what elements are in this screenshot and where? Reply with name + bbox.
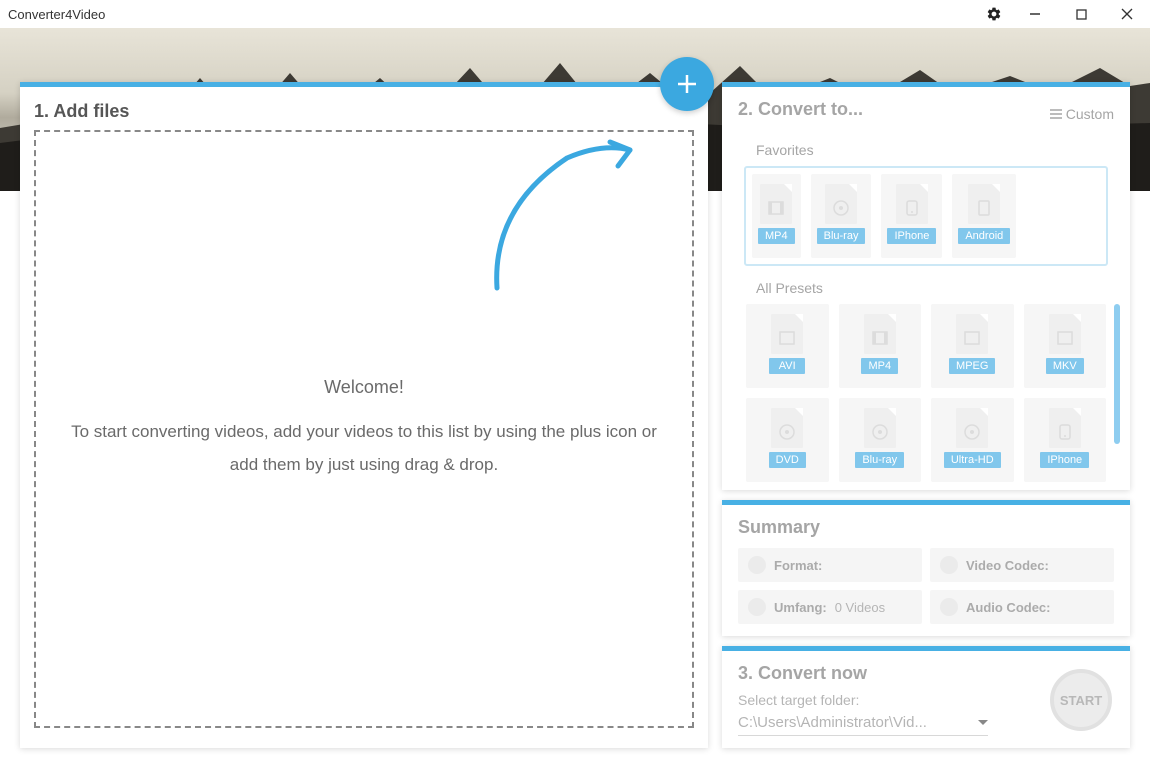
settings-button[interactable]: [976, 0, 1012, 28]
preset-label: MPEG: [949, 358, 995, 374]
preset-scrollbar[interactable]: [1114, 304, 1120, 444]
preset-label: Blu-ray: [855, 452, 904, 468]
start-button[interactable]: START: [1050, 669, 1112, 731]
plus-icon: [674, 71, 700, 97]
fav-preset-bluray[interactable]: Blu-ray: [811, 174, 872, 258]
preset-label: IPhone: [887, 228, 936, 244]
minimize-icon: [1029, 8, 1041, 20]
preset-label: DVD: [769, 452, 806, 468]
preset-label: MKV: [1046, 358, 1084, 374]
summary-audio-codec: Audio Codec:: [930, 590, 1114, 624]
hint-arrow-icon: [482, 138, 652, 298]
custom-label: Custom: [1066, 106, 1114, 122]
all-presets-grid: AVI MP4 MPEG MKV DVD Blu-ray Ultra-HD IP…: [738, 304, 1114, 482]
main-content: 1. Add files Welcome! To start convertin…: [20, 82, 1130, 748]
add-files-panel: 1. Add files Welcome! To start convertin…: [20, 82, 708, 748]
start-label: START: [1060, 693, 1102, 708]
convert-now-section: 3. Convert now Select target folder: C:\…: [722, 646, 1130, 748]
target-folder-dropdown[interactable]: C:\Users\Administrator\Vid...: [738, 714, 988, 736]
window-controls: [976, 0, 1150, 28]
gear-icon: [986, 6, 1002, 22]
preset-ultrahd[interactable]: Ultra-HD: [931, 398, 1014, 482]
summary-umfang: Umfang: 0 Videos: [738, 590, 922, 624]
preset-label: MP4: [758, 228, 795, 244]
summary-title: Summary: [738, 517, 1114, 538]
drop-zone[interactable]: Welcome! To start converting videos, add…: [34, 130, 694, 728]
convert-to-section: 2. Convert to... Custom Favorites MP4 Bl…: [722, 82, 1130, 490]
preset-dvd[interactable]: DVD: [746, 398, 829, 482]
preset-label: Blu-ray: [817, 228, 866, 244]
preset-avi[interactable]: AVI: [746, 304, 829, 388]
preset-label: IPhone: [1040, 452, 1089, 468]
right-panel: 2. Convert to... Custom Favorites MP4 Bl…: [722, 82, 1130, 748]
all-presets-label: All Presets: [756, 280, 1114, 296]
preset-bluray[interactable]: Blu-ray: [839, 398, 922, 482]
preset-iphone[interactable]: IPhone: [1024, 398, 1107, 482]
preset-mpeg[interactable]: MPEG: [931, 304, 1014, 388]
favorites-row: MP4 Blu-ray IPhone Android: [744, 166, 1108, 266]
favorites-label: Favorites: [756, 142, 1114, 158]
convert-to-title: 2. Convert to...: [738, 99, 863, 120]
target-path-text: C:\Users\Administrator\Vid...: [738, 714, 927, 731]
maximize-button[interactable]: [1058, 0, 1104, 28]
minimize-button[interactable]: [1012, 0, 1058, 28]
maximize-icon: [1076, 9, 1087, 20]
close-button[interactable]: [1104, 0, 1150, 28]
fav-preset-mp4[interactable]: MP4: [752, 174, 801, 258]
titlebar: Converter4Video: [0, 0, 1150, 28]
summary-video-codec: Video Codec:: [930, 548, 1114, 582]
chevron-down-icon: [978, 720, 988, 726]
welcome-heading: Welcome!: [324, 377, 404, 398]
menu-icon: [1050, 109, 1062, 119]
close-icon: [1121, 8, 1133, 20]
preset-label: Android: [958, 228, 1010, 244]
preset-label: Ultra-HD: [944, 452, 1001, 468]
preset-mp4[interactable]: MP4: [839, 304, 922, 388]
summary-section: Summary Format: Video Codec: Umfang: 0 V…: [722, 500, 1130, 636]
custom-preset-button[interactable]: Custom: [1050, 106, 1114, 122]
welcome-text: To start converting videos, add your vid…: [56, 416, 672, 481]
fav-preset-iphone[interactable]: IPhone: [881, 174, 942, 258]
fav-preset-android[interactable]: Android: [952, 174, 1016, 258]
preset-label: AVI: [769, 358, 805, 374]
add-file-button[interactable]: [660, 57, 714, 111]
app-title: Converter4Video: [8, 7, 105, 22]
preset-label: MP4: [861, 358, 898, 374]
add-files-title: 1. Add files: [34, 101, 694, 122]
preset-mkv[interactable]: MKV: [1024, 304, 1107, 388]
summary-format: Format:: [738, 548, 922, 582]
